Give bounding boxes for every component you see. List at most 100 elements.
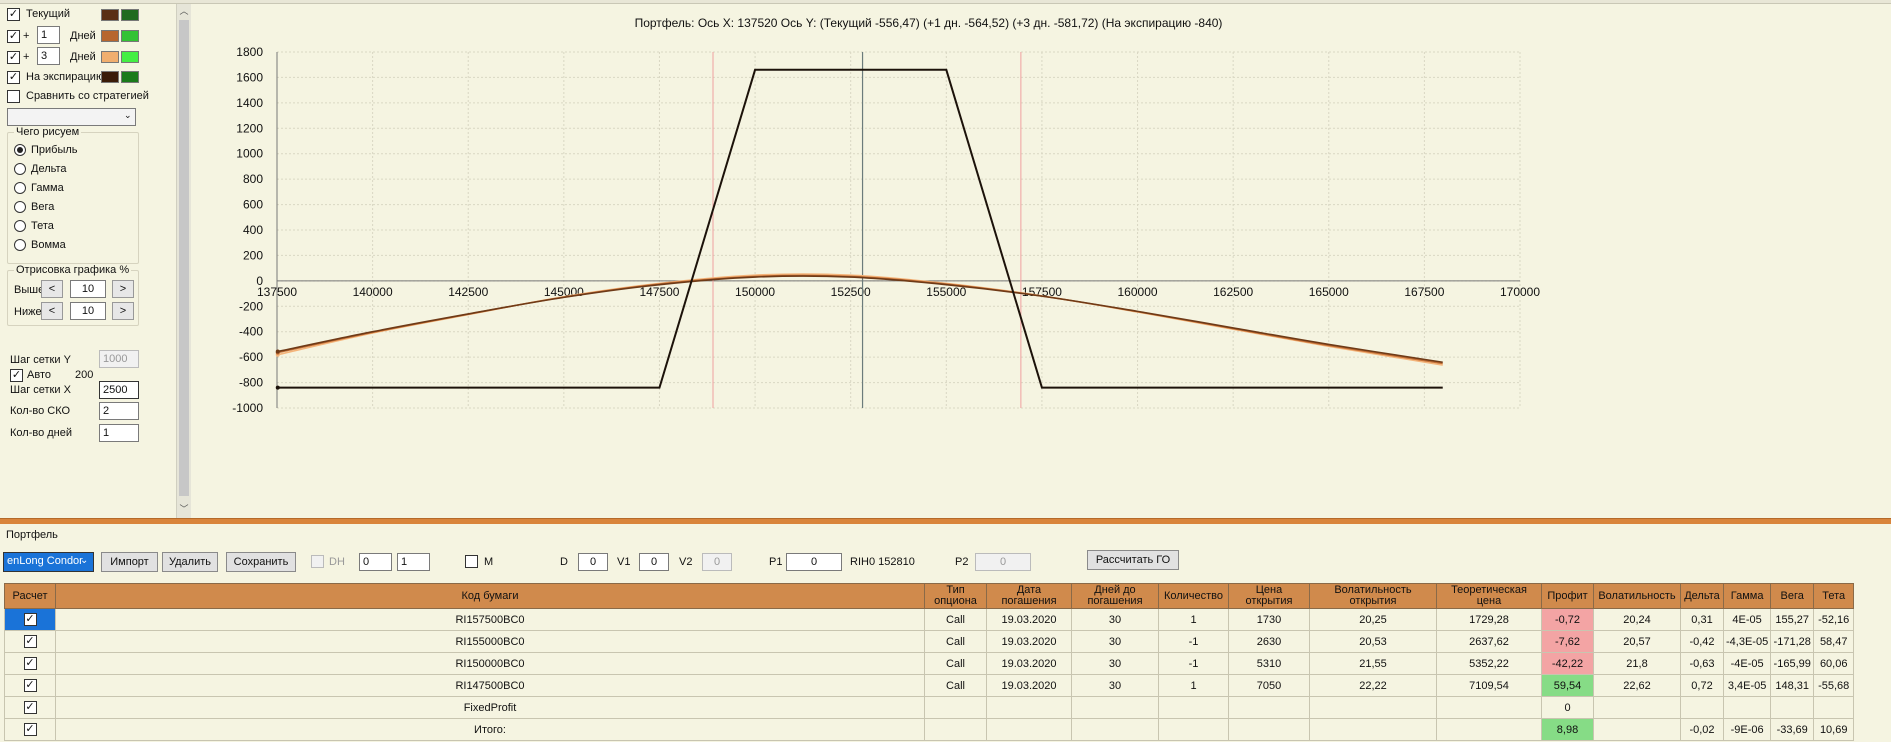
below-decrease-button[interactable]: < <box>41 302 63 320</box>
column-header[interactable]: Дельта <box>1680 583 1724 609</box>
import-button[interactable]: Импорт <box>101 552 158 572</box>
expiry-checkbox[interactable]: ✓ <box>7 71 20 84</box>
column-header[interactable]: Профит <box>1541 583 1594 609</box>
current-checkbox[interactable]: ✓ <box>7 8 20 21</box>
calc-checkbox[interactable]: ✓ <box>23 613 37 626</box>
days-count-input[interactable]: 1 <box>99 424 139 442</box>
plus1-days-input[interactable]: 1 <box>37 26 60 44</box>
radio-gamma[interactable] <box>14 182 26 194</box>
settings-scrollbar[interactable]: ︿ ﹀ <box>176 4 191 518</box>
table-cell: 1 <box>1158 608 1229 631</box>
plus1-checkbox[interactable]: ✓ <box>7 30 20 43</box>
chevron-up-icon[interactable]: ︿ <box>177 4 191 18</box>
delete-button[interactable]: Удалить <box>162 552 218 572</box>
table-row[interactable]: ✓ RI150000BC0 Call 19.03.2020 30 -1 5310 21,55 5… <box>4 652 1855 675</box>
payoff-chart[interactable]: Портфель: Ось X: 137520 Ось Y: (Текущий … <box>192 4 1891 518</box>
v2-input[interactable]: 0 <box>702 553 732 571</box>
column-header[interactable]: Волатильность открытия <box>1309 583 1437 609</box>
radio-vega[interactable] <box>14 201 26 213</box>
dh-checkbox[interactable] <box>311 555 324 568</box>
series-point <box>275 385 280 390</box>
table-cell: 10,69 <box>1813 718 1855 741</box>
column-header[interactable]: Цена открытия <box>1228 583 1310 609</box>
column-header[interactable]: Тета <box>1813 583 1855 609</box>
p2-label: P2 <box>955 556 969 568</box>
calc-checkbox-cell[interactable]: ✓ <box>4 630 56 653</box>
column-header[interactable]: Волатильность <box>1593 583 1681 609</box>
radio-vomma[interactable] <box>14 239 26 251</box>
column-header[interactable]: Расчет <box>4 583 56 609</box>
plus3-color-2-swatch[interactable] <box>121 51 139 63</box>
plus3-days-input[interactable]: 3 <box>37 47 60 65</box>
column-header[interactable]: Гамма <box>1722 583 1772 609</box>
calc-margin-button[interactable]: Рассчитать ГО <box>1087 550 1179 570</box>
radio-theta[interactable] <box>14 220 26 232</box>
compare-strategy-select[interactable] <box>7 108 136 126</box>
calc-checkbox[interactable]: ✓ <box>23 679 37 692</box>
below-increase-button[interactable]: > <box>112 302 134 320</box>
table-row[interactable]: ✓ FixedProfit 0 <box>4 696 1855 719</box>
grid-x-input[interactable]: 2500 <box>99 381 139 399</box>
chevron-down-icon[interactable]: ⌄ <box>124 110 132 121</box>
column-header[interactable]: Теоретическая цена <box>1436 583 1542 609</box>
column-header[interactable]: Дата погашения <box>986 583 1072 609</box>
chevron-down-icon[interactable]: ﹀ <box>177 502 191 516</box>
calc-checkbox[interactable]: ✓ <box>23 723 37 736</box>
dh-spinner-2[interactable]: 1 <box>397 553 430 571</box>
table-row[interactable]: ✓ Итого: 8,98 -0,02 -9E-06 -33,69 10,69 <box>4 718 1855 741</box>
current-color-1-swatch[interactable] <box>101 9 119 21</box>
table-row[interactable]: ✓ RI147500BC0 Call 19.03.2020 30 1 7050 22,22 71… <box>4 674 1855 697</box>
below-input[interactable]: 10 <box>70 302 106 320</box>
radio-profit[interactable] <box>14 144 26 156</box>
sko-input[interactable]: 2 <box>99 402 139 420</box>
dh-spinner-1[interactable]: 0 <box>359 553 392 571</box>
calc-checkbox-cell[interactable]: ✓ <box>4 608 56 631</box>
x-tick-label: 160000 <box>1118 285 1158 299</box>
expiry-color-1-swatch[interactable] <box>101 71 119 83</box>
column-header[interactable]: Тип опциона <box>924 583 987 609</box>
current-color-2-swatch[interactable] <box>121 9 139 21</box>
table-cell: 19.03.2020 <box>986 652 1072 675</box>
chevron-down-icon[interactable]: ⌄ <box>80 555 88 566</box>
auto-checkbox[interactable]: ✓ <box>10 369 23 382</box>
calc-checkbox[interactable]: ✓ <box>23 657 37 670</box>
save-button[interactable]: Сохранить <box>226 552 296 572</box>
above-decrease-button[interactable]: < <box>41 280 63 298</box>
calc-checkbox-cell[interactable]: ✓ <box>4 674 56 697</box>
column-header[interactable]: Количество <box>1158 583 1229 609</box>
m-checkbox[interactable] <box>465 555 478 568</box>
d-input[interactable]: 0 <box>578 553 608 571</box>
calc-checkbox[interactable]: ✓ <box>23 701 37 714</box>
expiry-color-2-swatch[interactable] <box>121 71 139 83</box>
scrollbar-thumb[interactable] <box>179 20 189 496</box>
plus3-color-1-swatch[interactable] <box>101 51 119 63</box>
column-header[interactable]: Код бумаги <box>55 583 925 609</box>
plus3-checkbox[interactable]: ✓ <box>7 51 20 64</box>
column-header[interactable]: Дней до погашения <box>1071 583 1159 609</box>
p1-input[interactable]: 0 <box>786 553 842 571</box>
radio-gamma-label: Гамма <box>31 182 64 194</box>
v1-input[interactable]: 0 <box>639 553 669 571</box>
table-cell: RI150000BC0 <box>55 652 925 675</box>
x-tick-label: 170000 <box>1500 285 1540 299</box>
above-increase-button[interactable]: > <box>112 280 134 298</box>
plus1-color-2-swatch[interactable] <box>121 30 139 42</box>
settings-panel: ✓ Текущий ✓ + 1 Дней ✓ + 3 Дней ✓ На экс… <box>0 4 176 518</box>
table-cell: 1 <box>1158 674 1229 697</box>
table-cell <box>1071 696 1159 719</box>
above-input[interactable]: 10 <box>70 280 106 298</box>
grid-y-input[interactable]: 1000 <box>99 350 139 368</box>
calc-checkbox-cell[interactable]: ✓ <box>4 652 56 675</box>
column-header[interactable]: Вега <box>1770 583 1815 609</box>
calc-checkbox[interactable]: ✓ <box>23 635 37 648</box>
p2-input[interactable]: 0 <box>975 553 1031 571</box>
table-cell: 0 <box>1541 696 1594 719</box>
table-row[interactable]: ✓ RI155000BC0 Call 19.03.2020 30 -1 2630 20,53 2… <box>4 630 1855 653</box>
plus1-color-1-swatch[interactable] <box>101 30 119 42</box>
radio-delta[interactable] <box>14 163 26 175</box>
table-row[interactable]: ✓ RI157500BC0 Call 19.03.2020 30 1 1730 20,25 17… <box>4 608 1855 631</box>
calc-checkbox-cell[interactable]: ✓ <box>4 718 56 741</box>
compare-checkbox[interactable] <box>7 90 20 103</box>
table-cell: RI155000BC0 <box>55 630 925 653</box>
calc-checkbox-cell[interactable]: ✓ <box>4 696 56 719</box>
